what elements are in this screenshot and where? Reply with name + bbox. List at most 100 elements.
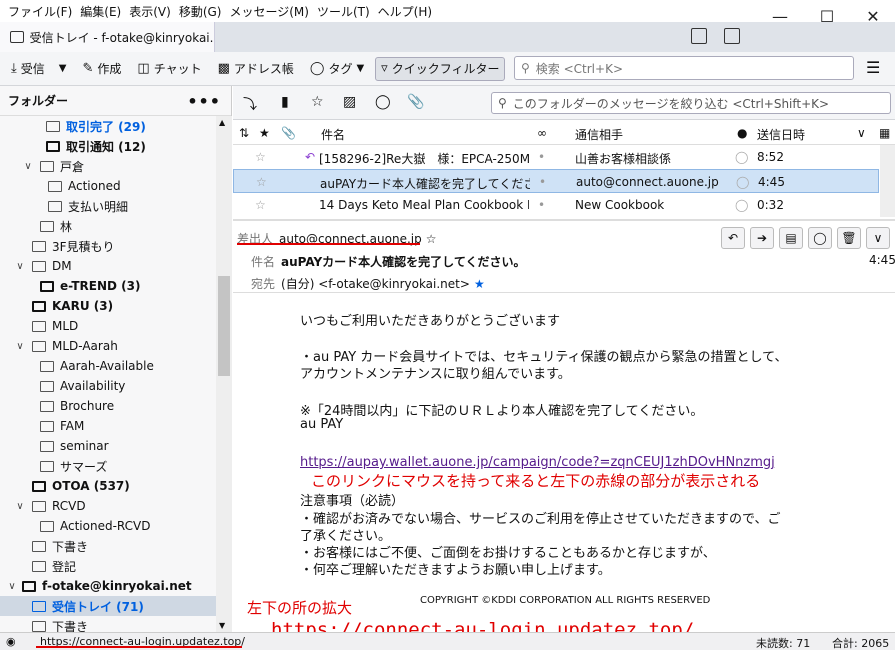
folder-item[interactable]: 取引通知 (12) [0, 136, 216, 156]
folder-item[interactable]: e-TREND (3) [0, 276, 216, 296]
folder-item[interactable]: OTOA (537) [0, 476, 216, 496]
folder-item[interactable]: ∨ MLD-Aarah [0, 336, 216, 356]
folder-item[interactable]: 下書き [0, 536, 216, 556]
star-column-icon[interactable]: ★ [259, 126, 270, 140]
read-dot-icon[interactable]: • [538, 198, 545, 212]
subject-line: 件名 auPAYカード本人確認を完了してください。 [251, 253, 525, 270]
folder-item[interactable]: FAM [0, 416, 216, 436]
tag-button[interactable]: ◯ タグ ▼ [305, 57, 369, 81]
to-address[interactable]: (自分) <f-otake@kinryokai.net> [281, 277, 470, 291]
folder-item[interactable]: KARU (3) [0, 296, 216, 316]
folder-item-inbox[interactable]: 受信トレイ (71) [0, 596, 216, 616]
star-icon[interactable]: ☆ [256, 175, 267, 189]
more-button[interactable]: ∨ [866, 227, 890, 249]
column-subject[interactable]: 件名 [321, 126, 345, 143]
chevron-down-icon[interactable]: ▼ [59, 63, 67, 74]
folder-item[interactable]: Aarah-Available [0, 356, 216, 376]
spam-column-icon[interactable]: ∞ [537, 126, 547, 140]
attachment-column-icon[interactable]: 📎 [281, 126, 296, 140]
star-icon[interactable]: ☆ [426, 232, 437, 246]
folder-item[interactable]: ∨ RCVD [0, 496, 216, 516]
thread-scrollbar[interactable] [880, 145, 895, 217]
folder-item[interactable]: Brochure [0, 396, 216, 416]
star-icon[interactable]: ☆ [311, 94, 324, 110]
table-row[interactable]: ☆ 14 Days Keto Meal Plan Cookbook FR... … [233, 193, 879, 217]
folder-item[interactable]: 3F見積もり [0, 236, 216, 256]
column-picker-icon[interactable]: ▦ [879, 126, 890, 140]
menu-message[interactable]: メッセージ(M) [225, 3, 312, 20]
table-row-selected[interactable]: ☆ auPAYカード本人確認を完了してください。 • auto@connect.… [233, 169, 879, 193]
star-icon[interactable]: ★ [474, 277, 485, 291]
chevron-down-icon[interactable]: ∨ [14, 341, 26, 352]
tag-icon[interactable]: ◯ [375, 94, 391, 110]
junk-icon[interactable]: ◯ [736, 175, 749, 189]
chevron-down-icon[interactable]: ∨ [14, 501, 26, 512]
junk-button[interactable]: ◯ [808, 227, 832, 249]
chevron-down-icon[interactable]: ∨ [14, 261, 26, 272]
tab-inbox[interactable]: 受信トレイ - f-otake@kinryokai.n [0, 22, 215, 52]
bookmark-icon[interactable]: ▮ [281, 94, 289, 110]
folder-item[interactable]: ∨ 戸倉 [0, 156, 216, 176]
folder-item[interactable]: 取引完了 (29) [0, 116, 216, 136]
folder-item[interactable]: サマーズ [0, 456, 216, 476]
pin-icon[interactable]: ⤵ [243, 94, 257, 114]
archive-button[interactable]: ▤ [779, 227, 803, 249]
menu-file[interactable]: ファイル(F) [4, 3, 76, 20]
folder-icon [40, 440, 54, 452]
chat-button[interactable]: ◫ チャット [132, 57, 206, 81]
star-icon[interactable]: ☆ [255, 198, 266, 212]
folder-filter-input[interactable]: ⚲ このフォルダーのメッセージを絞り込む <Ctrl+Shift+K> [491, 92, 891, 114]
junk-icon[interactable]: ◯ [735, 150, 748, 164]
folder-item[interactable]: MLD [0, 316, 216, 336]
folder-item[interactable]: ∨ DM [0, 256, 216, 276]
global-search-input[interactable]: ⚲ 検索 <Ctrl+K> [514, 56, 854, 80]
scroll-up-icon[interactable]: ▲ [219, 118, 225, 127]
thread-column-icon[interactable]: ⇅ [239, 126, 249, 140]
folder-item[interactable]: Actioned-RCVD [0, 516, 216, 536]
chevron-down-icon[interactable]: ∨ [857, 126, 866, 140]
tasks-icon[interactable] [724, 28, 740, 44]
phishing-link[interactable]: https://aupay.wallet.auone.jp/campaign/c… [300, 455, 775, 470]
body-line: 注意事項（必読） [300, 494, 405, 509]
column-date[interactable]: 送信日時 [757, 126, 805, 143]
menu-tools[interactable]: ツール(T) [313, 3, 374, 20]
folder-item[interactable]: Actioned [0, 176, 216, 196]
folder-item[interactable]: 登記 [0, 556, 216, 576]
get-messages-button[interactable]: ⤓ 受信 ▼ [6, 57, 71, 81]
folder-item[interactable]: 下書き [0, 616, 216, 632]
menu-help[interactable]: ヘルプ(H) [374, 3, 436, 20]
read-dot-icon[interactable]: • [538, 150, 545, 164]
star-icon[interactable]: ☆ [255, 150, 266, 164]
menu-edit[interactable]: 編集(E) [76, 3, 125, 20]
calendar-icon[interactable] [691, 28, 707, 44]
chevron-down-icon[interactable]: ∨ [22, 161, 34, 172]
menu-view[interactable]: 表示(V) [125, 3, 175, 20]
attachment-icon[interactable]: 📎 [407, 94, 424, 110]
table-row[interactable]: ☆ ↶ [158296-2]Re大嶽 様：EPCA-250M... • 山善お客… [233, 145, 879, 169]
column-correspondent[interactable]: 通信相手 [575, 126, 623, 143]
account-item[interactable]: ∨ f-otake@kinryokai.net [0, 576, 216, 596]
more-options-icon[interactable]: ••• [187, 92, 221, 111]
folder-item[interactable]: seminar [0, 436, 216, 456]
scroll-down-icon[interactable]: ▼ [219, 621, 225, 630]
contact-icon[interactable]: ▨ [343, 94, 356, 110]
address-book-button[interactable]: ▩ アドレス帳 [213, 57, 299, 81]
reply-button[interactable]: ↶ [721, 227, 745, 249]
pencil-icon: ✎ [82, 61, 94, 76]
app-menu-icon[interactable]: ☰ [866, 58, 880, 77]
activity-icon[interactable]: ◉ [6, 635, 16, 648]
folder-scrollbar[interactable]: ▲ ▼ [216, 116, 232, 632]
menu-go[interactable]: 移動(G) [175, 3, 226, 20]
folder-item[interactable]: 支払い明細 [0, 196, 216, 216]
quick-filter-button[interactable]: ▿ クイックフィルター [375, 56, 506, 81]
junk-column-icon[interactable]: ● [737, 126, 747, 140]
delete-button[interactable]: 🗑 [837, 227, 861, 249]
junk-icon[interactable]: ◯ [735, 198, 748, 212]
folder-item[interactable]: 林 [0, 216, 216, 236]
chevron-down-icon[interactable]: ∨ [6, 581, 18, 592]
write-button[interactable]: ✎ 作成 [77, 57, 126, 81]
forward-button[interactable]: ➔ [750, 227, 774, 249]
scrollbar-thumb[interactable] [218, 276, 230, 376]
folder-item[interactable]: Availability [0, 376, 216, 396]
read-dot-icon[interactable]: • [539, 175, 546, 189]
